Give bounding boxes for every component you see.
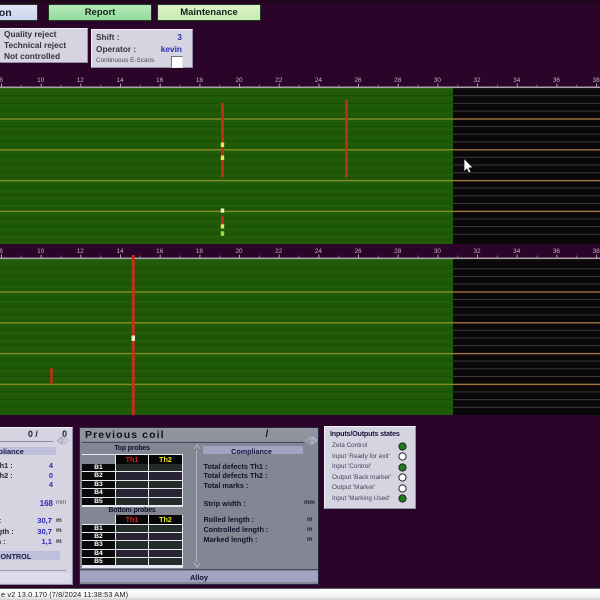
svg-text:32: 32 xyxy=(473,77,481,84)
svg-text:34: 34 xyxy=(513,77,521,84)
svg-text:22: 22 xyxy=(275,248,283,255)
svg-text:22: 22 xyxy=(275,77,283,84)
svg-text:14: 14 xyxy=(116,248,124,255)
svg-text:28: 28 xyxy=(394,77,402,84)
svg-text:10: 10 xyxy=(37,248,45,255)
svg-text:38: 38 xyxy=(593,77,600,84)
svg-text:36: 36 xyxy=(553,77,561,84)
svg-text:34: 34 xyxy=(513,248,521,255)
svg-text:30: 30 xyxy=(434,77,442,84)
svg-text:38: 38 xyxy=(593,248,600,255)
svg-text:20: 20 xyxy=(235,77,243,84)
svg-text:36: 36 xyxy=(553,248,561,255)
svg-text:32: 32 xyxy=(473,248,481,255)
svg-text:24: 24 xyxy=(315,248,323,255)
svg-text:14: 14 xyxy=(116,77,124,84)
svg-text:8: 8 xyxy=(0,77,3,84)
svg-text:10: 10 xyxy=(37,77,45,84)
svg-text:26: 26 xyxy=(354,77,362,84)
svg-text:12: 12 xyxy=(77,248,85,255)
svg-text:8: 8 xyxy=(0,248,3,255)
svg-text:30: 30 xyxy=(434,248,442,255)
svg-text:24: 24 xyxy=(315,77,323,84)
svg-text:28: 28 xyxy=(394,248,402,255)
svg-text:26: 26 xyxy=(354,248,362,255)
svg-text:18: 18 xyxy=(196,248,204,255)
svg-text:12: 12 xyxy=(77,77,85,84)
svg-text:18: 18 xyxy=(196,77,204,84)
svg-text:20: 20 xyxy=(235,248,243,255)
svg-text:16: 16 xyxy=(156,248,164,255)
svg-text:16: 16 xyxy=(156,77,164,84)
